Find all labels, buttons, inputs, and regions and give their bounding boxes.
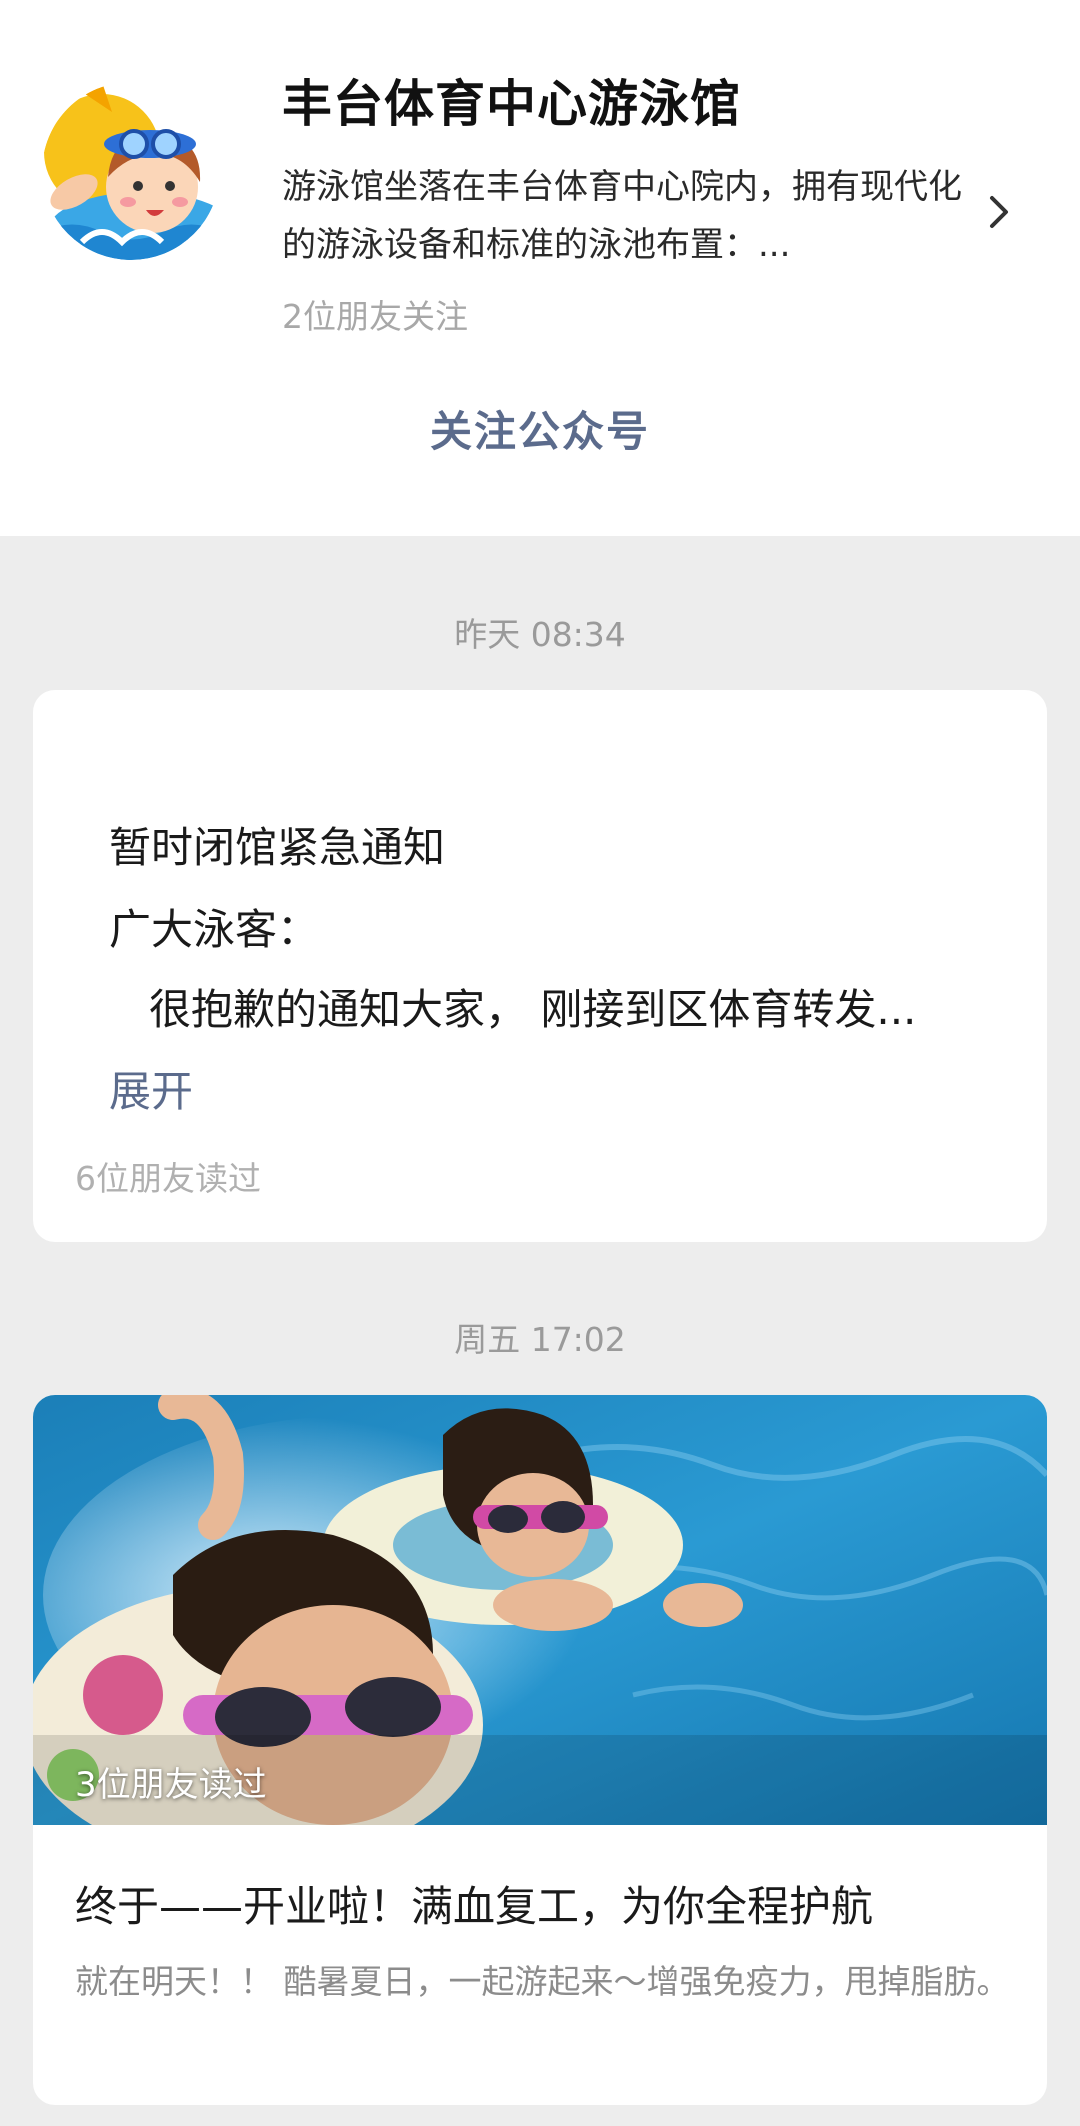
chevron-right-icon[interactable] bbox=[984, 192, 1016, 232]
message-timestamp: 昨天 08:34 bbox=[454, 615, 626, 654]
account-description[interactable]: 游泳馆坐落在丰台体育中心院内，拥有现代化的游泳设备和标准的泳池布置：... bbox=[282, 158, 982, 274]
message-greeting: 广大泳客： bbox=[109, 905, 320, 954]
article-title[interactable]: 终于——开业啦！满血复工，为你全程护航 bbox=[75, 1873, 1015, 1934]
friends-following-count: 2位朋友关注 bbox=[282, 297, 468, 336]
follow-account-button[interactable]: 关注公众号 bbox=[0, 398, 1080, 459]
account-profile-header: 丰台体育中心游泳馆 游泳馆坐落在丰台体育中心院内，拥有现代化的游泳设备和标准的泳… bbox=[0, 0, 1080, 536]
account-avatar[interactable] bbox=[42, 82, 220, 260]
article-card[interactable]: 3位朋友读过 终于——开业啦！满血复工，为你全程护航 就在明天！！ 酷暑夏日，一… bbox=[33, 1395, 1047, 2105]
message-timestamp: 周五 17:02 bbox=[454, 1320, 626, 1359]
read-by-friends-count: 6位朋友读过 bbox=[75, 1159, 261, 1198]
expand-link[interactable]: 展开 bbox=[109, 1058, 193, 1119]
article-summary: 就在明天！！ 酷暑夏日，一起游起来～增强免疫力，甩掉脂肪。 bbox=[75, 1962, 1010, 2001]
text-message-card[interactable]: 暂时闭馆紧急通知 广大泳客： 很抱歉的通知大家， 刚接到区体育转发... 展开 … bbox=[33, 690, 1047, 1242]
swimmer-cartoon-avatar-icon bbox=[42, 82, 220, 260]
cover-read-by-friends-count: 3位朋友读过 bbox=[75, 1765, 267, 1805]
message-title: 暂时闭馆紧急通知 bbox=[109, 823, 446, 872]
account-name[interactable]: 丰台体育中心游泳馆 bbox=[282, 64, 741, 136]
message-body: 很抱歉的通知大家， 刚接到区体育转发... bbox=[149, 985, 917, 1034]
